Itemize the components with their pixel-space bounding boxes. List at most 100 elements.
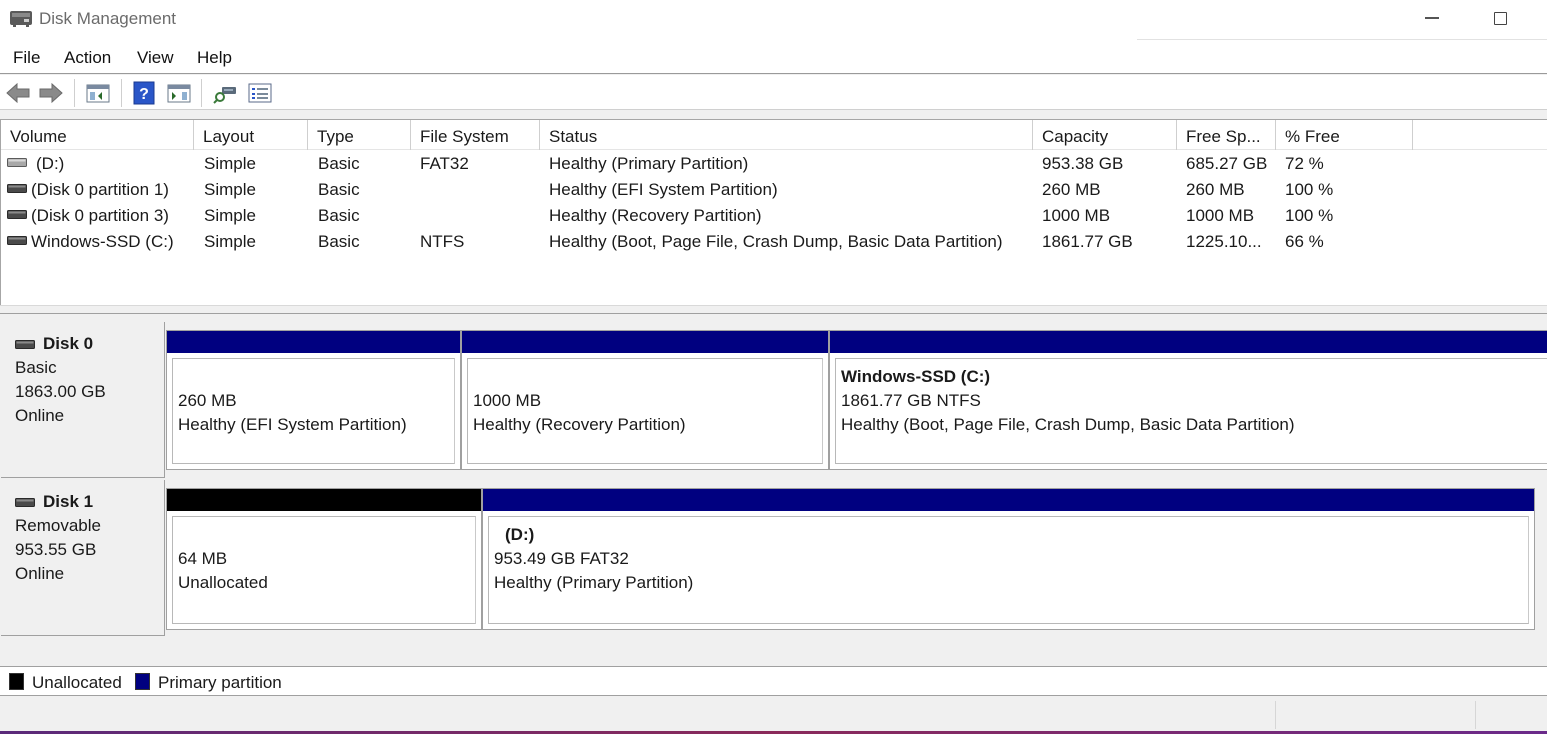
- forward-button[interactable]: [37, 80, 65, 106]
- disk-name: Disk 0: [43, 334, 94, 353]
- disk-management-app-icon: [10, 11, 32, 27]
- cell-status: Healthy (Recovery Partition): [549, 206, 762, 225]
- column-header-volume[interactable]: Volume: [1, 120, 194, 150]
- cell-file-system: NTFS: [420, 232, 465, 251]
- legend-swatch-unallocated: [9, 673, 24, 690]
- cell-percent-free: 100 %: [1285, 180, 1334, 199]
- maximize-icon: [1493, 11, 1507, 25]
- properties-button[interactable]: [246, 80, 274, 106]
- disk-name: Disk 1: [43, 492, 94, 511]
- table-row[interactable]: Windows-SSD (C:) Simple Basic NTFS Healt…: [1, 230, 1547, 255]
- pane-splitter[interactable]: [0, 305, 1547, 314]
- toolbar-separator: [74, 79, 75, 107]
- cell-type: Basic: [318, 154, 360, 173]
- partition-status: Healthy (Recovery Partition): [473, 415, 686, 434]
- cell-free-space: 1000 MB: [1186, 206, 1255, 225]
- cell-percent-free: 72 %: [1285, 154, 1324, 173]
- cell-volume: (Disk 0 partition 3): [31, 206, 169, 225]
- table-row[interactable]: (Disk 0 partition 3) Simple Basic Health…: [1, 204, 1547, 229]
- help-icon: ?: [133, 81, 155, 105]
- status-divider: [1475, 701, 1476, 729]
- cell-percent-free: 66 %: [1285, 232, 1324, 251]
- cell-type: Basic: [318, 232, 360, 251]
- menu-action[interactable]: Action: [64, 48, 111, 68]
- cell-capacity: 1000 MB: [1042, 206, 1111, 225]
- partition-bar-unallocated: [167, 489, 481, 511]
- menu-view[interactable]: View: [137, 48, 174, 68]
- action-pane-button[interactable]: [165, 80, 193, 106]
- rescan-button[interactable]: [211, 80, 239, 106]
- column-header-status[interactable]: Status: [540, 120, 1033, 150]
- disk-0-name-row: Disk 0: [15, 334, 164, 354]
- disk-1-label[interactable]: Disk 1 Removable 953.55 GB Online: [1, 480, 165, 636]
- partition-bar-primary: [462, 331, 828, 353]
- console-tree-button[interactable]: [84, 80, 112, 106]
- cell-capacity: 953.38 GB: [1042, 154, 1124, 173]
- cell-volume: (D:): [36, 154, 65, 173]
- legend-label-primary: Primary partition: [158, 673, 282, 692]
- partition-efi[interactable]: 260 MB Healthy (EFI System Partition): [166, 330, 461, 470]
- disk-state: Online: [15, 564, 65, 583]
- cell-free-space: 685.27 GB: [1186, 154, 1268, 173]
- partition-size: 953.49 GB FAT32: [494, 549, 629, 568]
- column-header-percent-free[interactable]: % Free: [1276, 120, 1413, 150]
- partition-size: 64 MB: [178, 549, 228, 568]
- svg-text:?: ?: [139, 86, 149, 103]
- cell-layout: Simple: [204, 232, 256, 251]
- menu-file[interactable]: File: [13, 48, 40, 68]
- status-bar: [0, 697, 1547, 734]
- cell-volume: (Disk 0 partition 1): [31, 180, 169, 199]
- disk-size: 953.55 GB: [15, 540, 97, 559]
- cell-free-space: 1225.10...: [1186, 232, 1262, 251]
- cell-status: Healthy (Primary Partition): [549, 154, 749, 173]
- column-header-layout[interactable]: Layout: [194, 120, 308, 150]
- volume-list-header: Volume Layout Type File System Status Ca…: [1, 120, 1547, 150]
- drive-icon: [7, 158, 27, 167]
- minimize-icon: [1425, 17, 1439, 19]
- table-row[interactable]: (Disk 0 partition 1) Simple Basic Health…: [1, 178, 1547, 203]
- toolbar-separator: [201, 79, 202, 107]
- legend-label-unallocated: Unallocated: [32, 673, 122, 692]
- cell-capacity: 1861.77 GB: [1042, 232, 1133, 251]
- cell-status: Healthy (EFI System Partition): [549, 180, 778, 199]
- cell-type: Basic: [318, 180, 360, 199]
- disk-1-name-row: Disk 1: [15, 492, 164, 512]
- partition-d-drive[interactable]: (D:) 953.49 GB FAT32 Healthy (Primary Pa…: [482, 488, 1535, 630]
- table-row[interactable]: (D:) Simple Basic FAT32 Healthy (Primary…: [1, 152, 1547, 177]
- toolbar: ?: [0, 75, 1547, 110]
- column-header-free-space[interactable]: Free Sp...: [1177, 120, 1276, 150]
- drive-icon: [7, 184, 27, 193]
- menu-help[interactable]: Help: [197, 48, 232, 68]
- column-header-file-system[interactable]: File System: [411, 120, 540, 150]
- column-header-capacity[interactable]: Capacity: [1033, 120, 1177, 150]
- back-arrow-icon: [6, 82, 30, 104]
- disk-kind: Basic: [15, 358, 57, 377]
- cell-file-system: FAT32: [420, 154, 469, 173]
- toolbar-separator: [121, 79, 122, 107]
- cell-volume: Windows-SSD (C:): [31, 232, 174, 251]
- minimize-button[interactable]: [1398, 0, 1466, 36]
- legend-swatch-primary: [135, 673, 150, 690]
- partition-title: Windows-SSD (C:): [841, 367, 991, 386]
- partition-recovery[interactable]: 1000 MB Healthy (Recovery Partition): [461, 330, 829, 470]
- back-button[interactable]: [4, 80, 32, 106]
- cell-type: Basic: [318, 206, 360, 225]
- column-header-type[interactable]: Type: [308, 120, 411, 150]
- title-bar: Disk Management: [0, 0, 1547, 40]
- maximize-button[interactable]: [1466, 0, 1534, 36]
- partition-details: 260 MB Healthy (EFI System Partition): [172, 358, 455, 464]
- partition-status: Healthy (Primary Partition): [494, 573, 694, 592]
- drive-icon: [7, 236, 27, 245]
- partition-details: 1000 MB Healthy (Recovery Partition): [467, 358, 823, 464]
- disk-kind: Removable: [15, 516, 101, 535]
- partition-size: 260 MB: [178, 391, 237, 410]
- show-hide-action-pane-icon: [167, 84, 191, 103]
- help-button[interactable]: ?: [131, 80, 157, 106]
- disk-state: Online: [15, 406, 65, 425]
- disk-0-label[interactable]: Disk 0 Basic 1863.00 GB Online: [1, 322, 165, 478]
- partition-windows-ssd[interactable]: Windows-SSD (C:) 1861.77 GB NTFS Healthy…: [829, 330, 1547, 470]
- partition-unallocated[interactable]: 64 MB Unallocated: [166, 488, 482, 630]
- volume-list: Volume Layout Type File System Status Ca…: [0, 119, 1547, 305]
- status-divider: [1275, 701, 1276, 729]
- partition-status: Unallocated: [178, 573, 268, 592]
